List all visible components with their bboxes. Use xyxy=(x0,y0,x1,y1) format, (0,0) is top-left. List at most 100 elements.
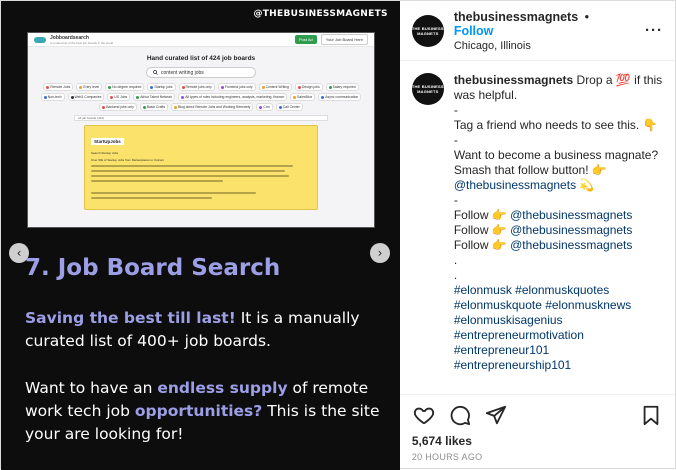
caption-text: Follow xyxy=(453,223,492,237)
site-category-chip: Async communication xyxy=(318,93,362,101)
chip-dot-icon xyxy=(150,85,154,89)
chip-dot-icon xyxy=(79,85,83,89)
site-category-chip: Entry level xyxy=(76,83,103,91)
slide-highlight: opportunities? xyxy=(134,402,263,420)
hashtag-list: #elonmusk #elonmuskquotes #elonmuskquote … xyxy=(454,283,663,373)
post-media[interactable]: @THEBUSINESSMAGNETS Jobboardsearch A cur… xyxy=(1,1,400,470)
chip-dot-icon xyxy=(297,85,301,89)
chip-dot-icon xyxy=(70,95,74,99)
slide-text: Want to have an xyxy=(25,379,158,397)
site-header: Jobboardsearch A curated list of the bes… xyxy=(28,33,374,47)
caption-text: Drop a xyxy=(573,73,616,87)
chip-dot-icon xyxy=(259,105,263,109)
site-category-chips: Remote Jobs Entry level No degree required… xyxy=(28,78,374,111)
post-timestamp[interactable]: 20 HOURS AGO xyxy=(400,452,675,470)
hashtag-link[interactable]: #elonmuskquote #elonmusknews xyxy=(454,298,663,313)
action-bar xyxy=(399,394,675,434)
mention-link[interactable]: @thebusinessmagnets xyxy=(510,223,632,237)
hashtag-link[interactable]: #elonmusk #elonmuskquotes xyxy=(454,283,663,298)
chip-label: Remote Jobs xyxy=(50,85,71,89)
caption: thebusinessmagnets Drop a 💯 if this was … xyxy=(454,73,663,382)
chip-dot-icon xyxy=(261,85,265,89)
site-category-chip: Non-tech xyxy=(40,93,65,101)
follow-button[interactable]: Follow xyxy=(454,24,494,38)
pointing-right-emoji-icon: 👉 xyxy=(491,208,507,222)
chip-label: All types of roles including engineers, … xyxy=(185,95,285,99)
caption-avatar[interactable]: THE BUSINESS MAGNETS xyxy=(411,73,444,105)
site-category-chip: Web3 Companies xyxy=(67,93,105,101)
caption-text: Want to become a business magnate? Smash… xyxy=(453,148,659,177)
site-category-chip: Remote jobs only xyxy=(178,83,215,91)
chip-label: Async communication xyxy=(325,95,359,99)
bookmark-icon[interactable] xyxy=(639,403,663,427)
site-search-value: content writing jobs xyxy=(161,69,204,76)
caption-dot: . xyxy=(453,268,458,282)
hashtag-link[interactable]: #entrepreneurmotivation xyxy=(454,328,663,343)
post-sidebar: THE BUSINESS MAGNETS thebusinessmagnets … xyxy=(399,1,675,470)
chip-label: Salary required xyxy=(332,85,356,89)
site-category-chip: Call Center xyxy=(275,103,303,111)
header-info: thebusinessmagnets • Follow Chicago, Ill… xyxy=(454,10,635,52)
site-heading: Hand curated list of 424 job boards xyxy=(146,55,256,62)
chip-dot-icon xyxy=(220,85,224,89)
header-location[interactable]: Chicago, Illinois xyxy=(454,40,635,52)
slide-paragraph-1: Saving the best till last! It is a manua… xyxy=(25,307,385,353)
site-search-icon xyxy=(153,70,158,75)
hashtag-link[interactable]: #entrepreneurship101 xyxy=(454,358,663,373)
mention-link[interactable]: @thebusinessmagnets xyxy=(510,238,632,252)
chip-dot-icon xyxy=(43,95,47,99)
mention-link[interactable]: @thebusinessmagnets xyxy=(510,208,632,222)
chip-dot-icon xyxy=(174,105,178,109)
site-category-chip: All types of roles including engineers, … xyxy=(178,93,288,101)
embedded-website-screenshot: Jobboardsearch A curated list of the bes… xyxy=(27,32,375,228)
mention-link[interactable]: @thebusinessmagnets xyxy=(454,178,576,192)
share-icon[interactable] xyxy=(484,403,508,427)
site-filter-bar: All job boards (424) xyxy=(74,115,328,121)
chip-dot-icon xyxy=(181,95,185,99)
caption-text: Tag a friend who needs to see this. xyxy=(453,118,643,132)
caption-username[interactable]: thebusinessmagnets xyxy=(454,73,573,87)
hashtag-link[interactable]: #entrepreneur101 xyxy=(454,343,663,358)
card-subtitle: Search Startup Jobs xyxy=(91,151,119,155)
site-category-chip: Backend jobs only xyxy=(99,103,137,111)
site-category-chip: SalesBlox xyxy=(290,93,316,101)
more-options-icon[interactable]: ··· xyxy=(645,22,663,39)
chip-dot-icon xyxy=(278,105,282,109)
slide-highlight: endless supply xyxy=(157,379,288,397)
card-placeholder-line xyxy=(91,197,212,199)
site-category-chip: Basic Crafts xyxy=(139,103,169,111)
comments-section: THE BUSINESS MAGNETS thebusinessmagnets … xyxy=(400,61,675,394)
slide-heading: 7. Job Board Search xyxy=(25,255,281,281)
site-category-chip: Content Writing xyxy=(258,83,292,91)
chip-dot-icon xyxy=(293,95,297,99)
site-category-chip: No degree required xyxy=(105,83,145,91)
header-username[interactable]: thebusinessmagnets xyxy=(454,10,578,24)
likes-count[interactable]: 5,674 likes xyxy=(400,434,675,452)
chip-label: SalesBlox xyxy=(297,95,313,99)
dizzy-emoji-icon: 💫 xyxy=(579,178,595,192)
site-category-chip: Salary required xyxy=(325,83,359,91)
card-title: StartUpJobs xyxy=(91,138,124,145)
chip-label: Crm xyxy=(263,105,270,109)
pointing-down-emoji-icon: 👇 xyxy=(642,118,658,132)
like-heart-icon[interactable] xyxy=(412,403,436,427)
pointing-right-emoji-icon: 👉 xyxy=(491,238,507,252)
chip-dot-icon xyxy=(102,105,106,109)
instagram-post: @THEBUSINESSMAGNETS Jobboardsearch A cur… xyxy=(0,0,676,470)
card-placeholder-line xyxy=(91,175,289,177)
comment-icon[interactable] xyxy=(448,403,472,427)
chip-dot-icon xyxy=(110,95,114,99)
caption-text: Follow xyxy=(453,238,492,252)
chip-label: Non-tech xyxy=(47,95,62,99)
caption-text: Follow xyxy=(453,208,492,222)
chip-label: Remote jobs only xyxy=(185,85,212,89)
next-slide-button[interactable]: › xyxy=(370,243,390,263)
chip-label: Content Writing xyxy=(265,85,289,89)
avatar[interactable]: THE BUSINESS MAGNETS xyxy=(411,14,444,47)
caption-dot: . xyxy=(453,253,458,267)
hashtag-link[interactable]: #elonmuskisagenius xyxy=(454,313,663,328)
chip-dot-icon xyxy=(108,85,112,89)
site-search-box: content writing jobs xyxy=(146,67,256,78)
site-category-chip: US Jobs xyxy=(107,93,131,101)
chip-label: Startup jobs xyxy=(154,85,173,89)
